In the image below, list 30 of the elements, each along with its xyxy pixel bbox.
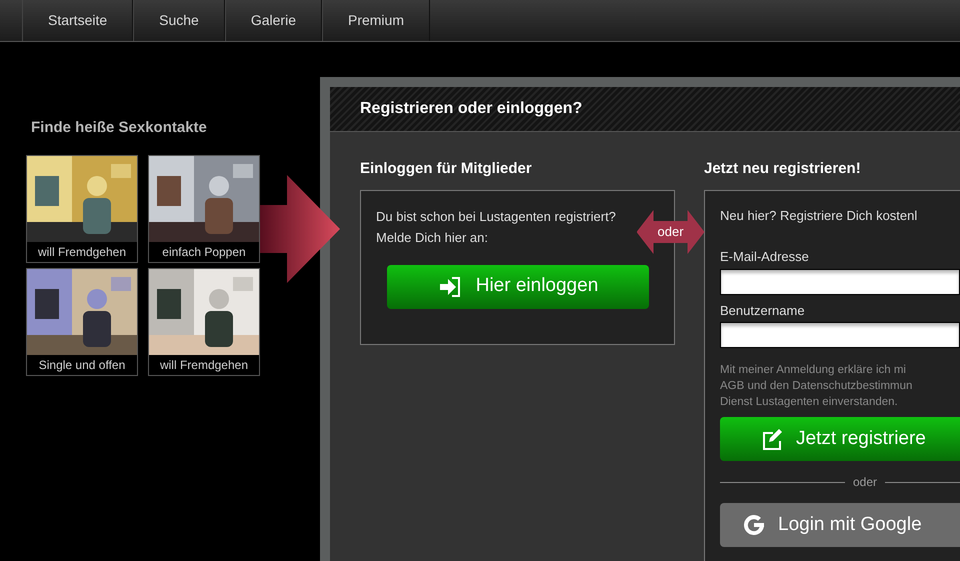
- legal-text: Mit meiner Anmeldung erkläre ich mi AGB und den Datenschutzbestimmun Dienst Lustagenten einverstanden.: [720, 363, 914, 410]
- nav-link[interactable]: Startseite: [22, 0, 134, 41]
- register-heading: Jetzt neu registrieren!: [704, 159, 862, 179]
- profile-caption: Single und offen: [38, 356, 126, 374]
- input-field[interactable]: [720, 322, 960, 348]
- field-label: E-Mail-Adresse: [720, 248, 810, 266]
- register-intro: Neu hier? Registriere Dich kostenl: [720, 206, 918, 225]
- profile-caption: will Fremdgehen: [36, 244, 128, 260]
- profile-card[interactable]: will Fremdgehen: [148, 268, 260, 376]
- nav-link[interactable]: Premium: [322, 0, 430, 41]
- input-field[interactable]: [720, 268, 960, 294]
- nav-link[interactable]: Galerie: [224, 0, 322, 41]
- profile-caption: will Fremdgehen: [158, 356, 250, 374]
- profile-card[interactable]: will Fremdgehen: [26, 154, 138, 262]
- profile-card[interactable]: einfach Poppen: [148, 154, 260, 262]
- login-button[interactable]: Hier einloggen: [387, 264, 649, 308]
- login-heading: Einloggen für Mitglieder: [360, 159, 533, 179]
- google-button[interactable]: Login mit Google: [720, 503, 960, 547]
- field-label: Benutzername: [720, 302, 806, 320]
- login-icon: [438, 276, 462, 298]
- dialog-title: Registrieren oder einloggen?: [360, 99, 582, 119]
- profile-caption: einfach Poppen: [161, 244, 247, 260]
- divider-label: oder: [853, 474, 878, 491]
- nav-link[interactable]: Suche: [133, 0, 225, 41]
- login-text: Du bist schon bei Lustagenten registriert? Melde Dich hier an:: [376, 208, 616, 246]
- register-button[interactable]: Jetzt registriere: [720, 417, 960, 461]
- google-icon: [742, 513, 766, 537]
- edit-icon: [760, 427, 784, 451]
- section-title: Finde heiße Sexkontakte: [31, 118, 208, 138]
- profile-card[interactable]: Single und offen: [26, 268, 138, 376]
